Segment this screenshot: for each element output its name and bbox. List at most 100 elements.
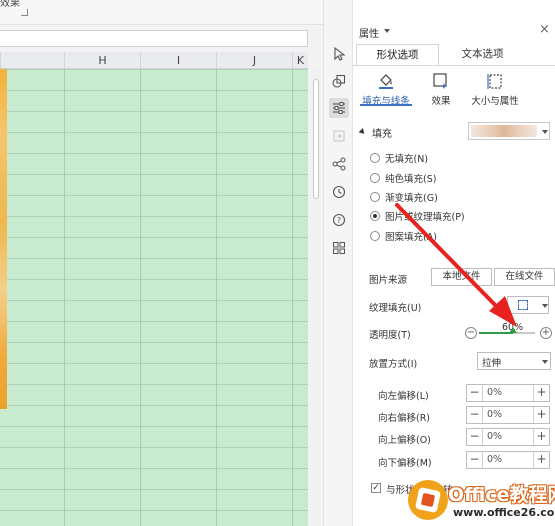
plus-icon[interactable]: +	[533, 407, 549, 423]
watermark-logo-icon	[408, 480, 448, 520]
column-header-h[interactable]: H	[64, 52, 140, 69]
local-file-button[interactable]: 本地文件	[431, 268, 492, 286]
radio-pattern-fill[interactable]: 图案填充(A)	[370, 229, 437, 243]
minus-icon[interactable]: −	[467, 429, 483, 445]
panel-title[interactable]: 属性	[359, 25, 379, 40]
offset-left-label: 向左偏移(L)	[378, 391, 429, 402]
offset-down-stepper[interactable]: − 0% +	[466, 451, 550, 469]
watermark-logo-mark	[420, 492, 436, 508]
texture-fill-label: 纹理填充(U)	[369, 303, 422, 314]
history-icon[interactable]	[329, 182, 349, 202]
subtab-size-properties[interactable]: 大小与属性	[465, 70, 525, 110]
vertical-scrollbar[interactable]	[311, 69, 321, 526]
placement-select[interactable]: 拉伸	[477, 352, 551, 370]
offset-up-value[interactable]: 0%	[487, 431, 502, 442]
scrollbar-thumb[interactable]	[313, 79, 319, 199]
plus-icon[interactable]: +	[533, 429, 549, 445]
fill-section-title[interactable]: 填充	[372, 125, 392, 140]
radio-solid-fill[interactable]: 纯色填充(S)	[370, 171, 436, 185]
watermark-logo-inner	[414, 486, 442, 514]
radio-dot[interactable]	[370, 192, 380, 202]
shape-icon[interactable]	[329, 71, 349, 91]
texture-fill-dropdown[interactable]	[507, 296, 549, 314]
close-icon[interactable]: ×	[539, 22, 550, 37]
paint-bucket-icon	[379, 74, 393, 89]
inserted-picture[interactable]	[0, 69, 7, 409]
radio-picture-texture-fill[interactable]: 图片或纹理填充(P)	[370, 209, 465, 223]
radio-solid-fill-label: 纯色填充(S)	[385, 174, 437, 185]
size-properties-icon	[487, 74, 502, 89]
svg-text:?: ?	[337, 216, 341, 225]
spreadsheet-area: 效果 H I J K	[0, 0, 323, 526]
column-header-partial[interactable]	[0, 52, 64, 69]
subtab-size-properties-label: 大小与属性	[471, 96, 519, 107]
ribbon-strip: 效果	[0, 0, 323, 25]
radio-dot[interactable]	[370, 153, 380, 163]
offset-down-label: 向下偏移(M)	[378, 458, 432, 469]
tab-text-options[interactable]: 文本选项	[441, 44, 524, 66]
transparency-decrease-button[interactable]: −	[465, 327, 477, 339]
transparency-slider-handle[interactable]	[508, 327, 517, 333]
transparency-slider-fill	[479, 332, 513, 334]
column-header-i[interactable]: I	[140, 52, 216, 69]
property-panel: 属性 × 形状选项 文本选项 填充与线条 效果 大小与属性 填充 无填充(N) …	[353, 0, 555, 526]
offset-right-value[interactable]: 0%	[487, 409, 502, 420]
active-subtab-indicator	[360, 104, 412, 106]
column-header-row: H I J K	[0, 52, 308, 69]
ribbon-partial-label: 效果	[0, 0, 20, 9]
column-header-k[interactable]: K	[292, 52, 308, 69]
transparency-label: 透明度(T)	[369, 330, 411, 341]
subtab-effects-label: 效果	[431, 96, 451, 107]
plus-icon[interactable]: +	[533, 452, 549, 468]
subtab-effects[interactable]: 效果	[421, 70, 461, 110]
placement-value: 拉伸	[482, 358, 502, 369]
minus-icon[interactable]: −	[467, 452, 483, 468]
offset-up-stepper[interactable]: − 0% +	[466, 428, 550, 446]
collapse-triangle-icon[interactable]	[358, 128, 367, 136]
minus-icon[interactable]: −	[467, 385, 483, 401]
chevron-down-icon	[542, 360, 548, 364]
radio-dot-selected[interactable]	[370, 211, 380, 221]
rotate-with-shape-checkbox[interactable]: ✓	[371, 483, 381, 493]
chevron-down-icon[interactable]	[384, 29, 390, 33]
texture-pattern-icon	[518, 300, 528, 310]
grid-apps-icon[interactable]	[329, 238, 349, 258]
radio-no-fill-label: 无填充(N)	[385, 154, 429, 165]
tab-shape-options[interactable]: 形状选项	[356, 44, 439, 66]
transparency-slider[interactable]	[479, 327, 535, 334]
site-watermark: Office教程网 www.office26.com	[408, 478, 555, 524]
dialog-launcher-icon[interactable]	[21, 9, 28, 16]
radio-gradient-fill[interactable]: 渐变填充(G)	[370, 190, 438, 204]
formula-bar[interactable]	[0, 30, 308, 47]
cursor-icon[interactable]	[329, 44, 349, 64]
fill-texture-dropdown[interactable]	[468, 122, 550, 140]
offset-left-value[interactable]: 0%	[487, 387, 502, 398]
cell-grid[interactable]	[0, 69, 308, 526]
column-header-j[interactable]: J	[216, 52, 292, 69]
radio-gradient-fill-label: 渐变填充(G)	[385, 193, 438, 204]
offset-down-value[interactable]: 0%	[487, 454, 502, 465]
help-icon[interactable]: ?	[329, 210, 349, 230]
watermark-title: Office教程网	[448, 484, 555, 506]
radio-dot[interactable]	[370, 231, 380, 241]
share-icon[interactable]	[329, 154, 349, 174]
plus-icon[interactable]: +	[533, 385, 549, 401]
offset-left-stepper[interactable]: − 0% +	[466, 384, 550, 402]
radio-pattern-fill-label: 图案填充(A)	[385, 232, 437, 243]
property-icon[interactable]	[329, 98, 349, 118]
image-source-label: 图片来源	[369, 275, 408, 286]
offset-up-label: 向上偏移(O)	[378, 435, 431, 446]
transparency-increase-button[interactable]: +	[540, 327, 552, 339]
radio-picture-texture-fill-label: 图片或纹理填充(P)	[385, 212, 465, 223]
radio-dot[interactable]	[370, 173, 380, 183]
online-file-button[interactable]: 在线文件	[494, 268, 555, 286]
offset-right-stepper[interactable]: − 0% +	[466, 406, 550, 424]
effects-icon	[433, 73, 448, 89]
chevron-down-icon	[542, 130, 548, 134]
offset-right-label: 向右偏移(R)	[378, 413, 431, 424]
minus-icon[interactable]: −	[467, 407, 483, 423]
radio-no-fill[interactable]: 无填充(N)	[370, 151, 428, 165]
tabs-divider	[353, 65, 555, 66]
placement-label: 放置方式(I)	[369, 359, 418, 370]
chevron-down-icon	[542, 304, 548, 308]
